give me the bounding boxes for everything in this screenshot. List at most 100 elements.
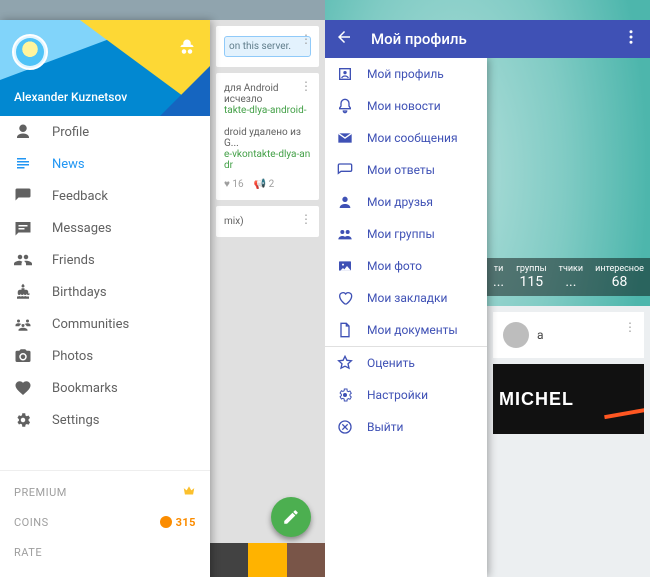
nav-item-r-bookmarks[interactable]: Мои закладки [325,282,487,314]
nav-item-label: Мои фото [367,259,422,273]
feed-card[interactable]: ⋮ on this server. [216,26,319,67]
card-link[interactable]: takte-dlya-android- [224,105,311,116]
post-image[interactable]: MICHEL [493,364,644,434]
profile-content: ти... группы115 тчики... интересное68 ⋮ а M… [487,58,650,577]
overflow-icon[interactable]: ⋮ [300,212,313,226]
stat-label: тчики [559,264,583,274]
nav-item-r-exit[interactable]: Выйти [325,411,487,443]
r-friends-icon [337,194,353,210]
photos-icon [14,347,32,365]
nav-item-label: Мои новости [367,99,441,113]
nav-item-label: Photos [52,349,93,364]
nav-item-friends[interactable]: Friends [0,244,210,276]
compose-fab[interactable] [271,497,311,537]
artwork-text: MICHEL [499,389,574,410]
nav-item-r-profile[interactable]: Мой профиль [325,58,487,90]
wall-post[interactable]: ⋮ а [493,312,644,358]
nav-item-r-groups[interactable]: Мои группы [325,218,487,250]
nav-item-label: Friends [52,253,95,268]
nav-item-label: Настройки [367,388,428,402]
avatar[interactable] [12,34,48,70]
r-groups-icon [337,226,353,242]
nav-item-r-rate[interactable]: Оценить [325,347,487,379]
nav-item-communities[interactable]: Communities [0,308,210,340]
feed-card[interactable]: ⋮ mix) [216,206,319,237]
overflow-icon[interactable]: ⋮ [300,79,313,93]
stat-label: интересное [595,264,644,274]
card-link[interactable]: e-vkontakte-dlya-andr [224,149,311,171]
nav-item-label: Мои группы [367,227,435,241]
stat-value: 68 [595,274,644,290]
back-button[interactable] [335,28,353,50]
stat-label: ти [493,264,504,274]
stat-cell[interactable]: группы115 [516,264,546,290]
overflow-button[interactable] [622,28,640,50]
apps-row[interactable]: APPS [0,567,210,577]
nav-item-news[interactable]: News [0,148,210,180]
nav-item-label: Communities [52,317,129,332]
nav-item-r-friends[interactable]: Мои друзья [325,186,487,218]
nav-item-photos[interactable]: Photos [0,340,210,372]
user-name: Alexander Kuznetsov [14,90,127,104]
profile-icon [14,123,32,141]
settings-icon [14,411,32,429]
incognito-icon[interactable] [178,38,196,60]
r-profile-icon [337,66,353,82]
nav-item-birthdays[interactable]: Birthdays [0,276,210,308]
drawer-header[interactable]: Alexander Kuznetsov [0,20,210,116]
rate-row[interactable]: RATE [0,537,210,567]
nav-list: ProfileNewsFeedback Messages Friends Birthd… [0,116,210,464]
messages-icon [14,219,32,237]
premium-row[interactable]: PREMIUM [0,477,210,507]
nav-item-messages[interactable]: Messages [0,212,210,244]
communities-icon [14,315,32,333]
promo-strip [210,543,325,577]
wall-post[interactable]: MICHEL [493,364,644,434]
divider [0,470,210,471]
nav-item-r-docs[interactable]: Мои документы [325,314,487,346]
nav-item-bookmarks[interactable]: Bookmarks [0,372,210,404]
news-icon [14,155,32,173]
post-author: а [537,328,544,342]
appbar: Мой профиль [325,20,650,58]
nav-item-label: Birthdays [52,285,107,300]
nav-item-r-photos[interactable]: Мои фото [325,250,487,282]
r-photos-icon [337,258,353,274]
stat-value: 115 [516,274,546,290]
r-bookmarks-icon [337,290,353,306]
nav-item-label: Messages [52,221,112,236]
overflow-icon[interactable]: ⋮ [300,32,313,46]
feed-card[interactable]: ⋮ для Android исчезло takte-dlya-android… [216,73,319,200]
left-feed: ⋮ on this server. ⋮ для Android исчезло … [210,20,325,577]
nav-drawer-right: Мой профиль Мои новости Мои сообщения Мои о… [325,58,487,577]
nav-item-profile[interactable]: Profile [0,116,210,148]
coins-row[interactable]: COINS 315 [0,507,210,537]
friends-icon [14,251,32,269]
r-exit-icon [337,419,353,435]
nav-item-r-news[interactable]: Мои новости [325,90,487,122]
nav-item-label: Settings [52,413,99,428]
card-text: droid удалено из G... [224,127,311,149]
nav-item-label: Мои сообщения [367,131,458,145]
nav-item-label: Мои друзья [367,195,433,209]
avatar[interactable] [503,322,529,348]
bookmarks-icon [14,379,32,397]
r-rate-icon [337,355,353,371]
stat-cell[interactable]: интересное68 [595,264,644,290]
feedback-icon [14,187,32,205]
nav-item-r-messages[interactable]: Мои сообщения [325,122,487,154]
nav-item-label: Bookmarks [52,381,118,396]
nav-item-r-settings[interactable]: Настройки [325,379,487,411]
r-docs-icon [337,322,353,338]
shares-count: 2 [269,179,275,190]
phone-left: ₽✉✉ 📷📞💬 📶 100% 🔋 20:33 Alexander Kuznets… [0,0,325,577]
wall: ⋮ а MICHEL [487,306,650,577]
nav-item-label: Оценить [367,356,415,370]
nav-item-feedback[interactable]: Feedback [0,180,210,212]
nav-item-r-replies[interactable]: Мои ответы [325,154,487,186]
stat-cell[interactable]: ти... [493,264,504,290]
stat-cell[interactable]: тчики... [559,264,583,290]
nav-item-settings[interactable]: Settings [0,404,210,436]
coins-value: 315 [176,516,196,529]
overflow-icon[interactable]: ⋮ [624,320,636,334]
